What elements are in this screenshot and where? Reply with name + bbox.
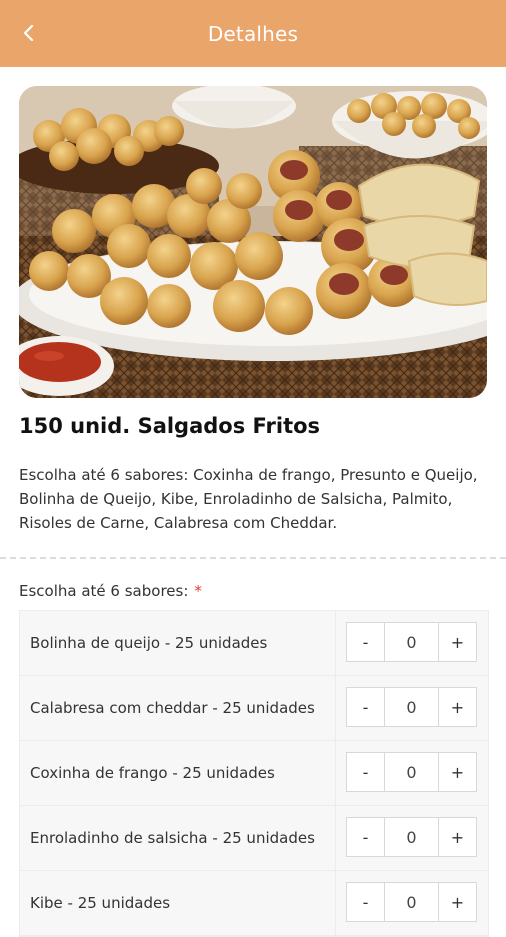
back-button[interactable] xyxy=(14,18,44,48)
quantity-stepper: - 0 + xyxy=(346,882,477,922)
quantity-stepper: - 0 + xyxy=(346,687,477,727)
top-app-bar: Detalhes xyxy=(0,0,506,67)
flavor-choice-label: Escolha até 6 sabores: * xyxy=(19,582,202,600)
quantity-stepper: - 0 + xyxy=(346,622,477,662)
dashed-divider xyxy=(0,557,506,559)
flavor-option-row: Calabresa com cheddar - 25 unidades - 0 … xyxy=(20,676,488,741)
page-title: Detalhes xyxy=(207,21,299,46)
flavor-option-label: Enroladinho de salsicha - 25 unidades xyxy=(20,806,336,870)
quantity-stepper: - 0 + xyxy=(346,817,477,857)
decrement-button[interactable]: - xyxy=(347,623,384,661)
flavor-option-label: Kibe - 25 unidades xyxy=(20,871,336,935)
flavor-option-row: Enroladinho de salsicha - 25 unidades - … xyxy=(20,806,488,871)
increment-button[interactable]: + xyxy=(439,753,476,791)
product-title: 150 unid. Salgados Fritos xyxy=(19,414,321,438)
increment-button[interactable]: + xyxy=(439,818,476,856)
flavor-option-row: Coxinha de frango - 25 unidades - 0 + xyxy=(20,741,488,806)
required-mark: * xyxy=(194,582,202,600)
quantity-stepper: - 0 + xyxy=(346,752,477,792)
decrement-button[interactable]: - xyxy=(347,883,384,921)
increment-button[interactable]: + xyxy=(439,688,476,726)
decrement-button[interactable]: - xyxy=(347,688,384,726)
chevron-left-icon xyxy=(23,24,34,42)
flavor-option-label: Bolinha de queijo - 25 unidades xyxy=(20,611,336,675)
quantity-value: 0 xyxy=(384,753,439,791)
quantity-value: 0 xyxy=(384,883,439,921)
product-description: Escolha até 6 sabores: Coxinha de frango… xyxy=(19,466,478,532)
decrement-button[interactable]: - xyxy=(347,753,384,791)
flavor-option-label: Calabresa com cheddar - 25 unidades xyxy=(20,676,336,740)
increment-button[interactable]: + xyxy=(439,883,476,921)
flavor-option-row: Bolinha de queijo - 25 unidades - 0 + xyxy=(20,611,488,676)
flavor-option-row: Kibe - 25 unidades - 0 + xyxy=(20,871,488,936)
flavor-choice-text: Escolha até 6 sabores: xyxy=(19,582,189,600)
decrement-button[interactable]: - xyxy=(347,818,384,856)
quantity-value: 0 xyxy=(384,688,439,726)
quantity-value: 0 xyxy=(384,623,439,661)
product-photo xyxy=(19,86,487,398)
flavor-options-list: Bolinha de queijo - 25 unidades - 0 + Ca… xyxy=(19,610,489,937)
quantity-value: 0 xyxy=(384,818,439,856)
increment-button[interactable]: + xyxy=(439,623,476,661)
flavor-option-label: Coxinha de frango - 25 unidades xyxy=(20,741,336,805)
